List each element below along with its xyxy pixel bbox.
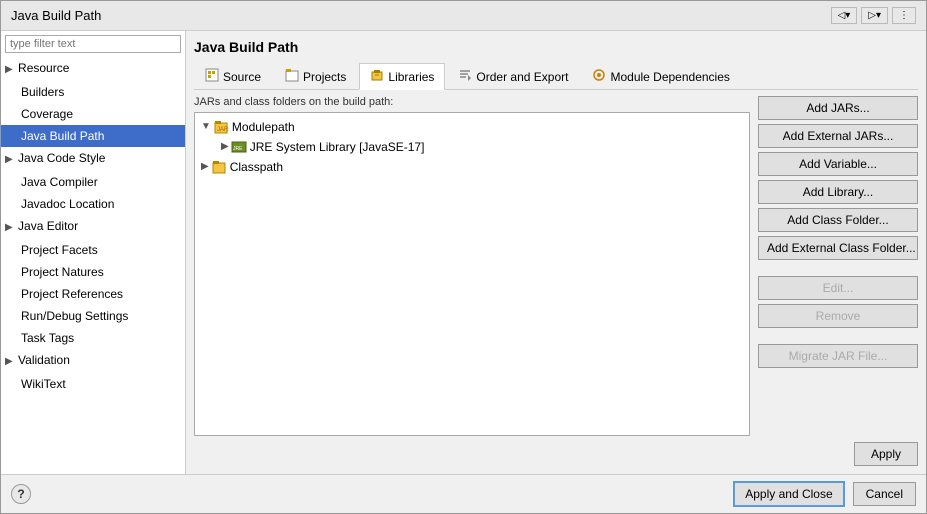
classpath-expand-arrow[interactable]: ▶ <box>201 158 209 176</box>
add-variable-button[interactable]: Add Variable... <box>758 152 918 176</box>
libraries-icon <box>370 68 384 85</box>
sidebar-item-javadoc-location[interactable]: Javadoc Location <box>1 193 185 215</box>
buttons-panel: Add JARs... Add External JARs... Add Var… <box>758 96 918 436</box>
dialog-footer: ? Apply and Close Cancel <box>1 474 926 513</box>
tree-panel[interactable]: ▼ JARs Modulepath <box>194 112 750 436</box>
dialog-title: Java Build Path <box>11 8 101 23</box>
sidebar-item-java-editor[interactable]: ▶ Java Editor <box>1 215 185 239</box>
modulepath-expand-arrow[interactable]: ▼ <box>201 118 211 136</box>
description: JARs and class folders on the build path… <box>194 96 750 108</box>
sidebar-item-validation[interactable]: ▶ Validation <box>1 349 185 373</box>
jre-icon: JRE <box>231 139 247 155</box>
dialog-header: Java Build Path ◁▾ ▷▾ ⋮ <box>1 1 926 31</box>
add-jars-button[interactable]: Add JARs... <box>758 96 918 120</box>
tab-projects[interactable]: Projects <box>274 63 357 89</box>
expand-arrow: ▶ <box>5 61 13 79</box>
tree-item-modulepath[interactable]: ▼ JARs Modulepath <box>199 117 745 137</box>
jre-label: JRE System Library [JavaSE-17] <box>250 138 425 156</box>
classpath-label: Classpath <box>230 158 283 176</box>
migrate-jar-button[interactable]: Migrate JAR File... <box>758 344 918 368</box>
sidebar-item-project-references[interactable]: Project References <box>1 283 185 305</box>
svg-text:JRE: JRE <box>233 146 243 152</box>
dialog-body: ▶ Resource Builders Coverage Java Build … <box>1 31 926 474</box>
jre-expand-arrow[interactable]: ▶ <box>221 138 229 156</box>
tree-item-jre[interactable]: ▶ JRE JRE System Library [JavaSE-17] <box>219 137 745 157</box>
sidebar: ▶ Resource Builders Coverage Java Build … <box>1 31 186 474</box>
expand-arrow-validation: ▶ <box>5 353 13 371</box>
edit-button[interactable]: Edit... <box>758 276 918 300</box>
sidebar-item-java-code-style[interactable]: ▶ Java Code Style <box>1 147 185 171</box>
classpath-icon <box>211 159 227 175</box>
modulepath-label: Modulepath <box>232 118 295 136</box>
add-class-folder-button[interactable]: Add Class Folder... <box>758 208 918 232</box>
tab-module-deps[interactable]: Module Dependencies <box>581 63 740 89</box>
sidebar-item-resource[interactable]: ▶ Resource <box>1 57 185 81</box>
remove-button[interactable]: Remove <box>758 304 918 328</box>
sidebar-item-project-natures[interactable]: Project Natures <box>1 261 185 283</box>
expand-arrow-java-editor: ▶ <box>5 219 13 237</box>
module-icon <box>592 68 606 85</box>
forward-button[interactable]: ▷▾ <box>861 7 888 24</box>
filter-input[interactable] <box>5 35 181 53</box>
apply-button[interactable]: Apply <box>854 442 918 466</box>
menu-button[interactable]: ⋮ <box>892 7 916 24</box>
projects-icon <box>285 68 299 85</box>
tabs-bar: Source Projects Libraries <box>194 63 918 90</box>
main-title: Java Build Path <box>194 39 918 55</box>
tab-libraries[interactable]: Libraries <box>359 63 445 90</box>
add-external-jars-button[interactable]: Add External JARs... <box>758 124 918 148</box>
apply-close-button[interactable]: Apply and Close <box>733 481 844 507</box>
main-content: Java Build Path Source Projects <box>186 31 926 474</box>
content-area: JARs and class folders on the build path… <box>194 96 918 436</box>
add-library-button[interactable]: Add Library... <box>758 180 918 204</box>
back-button[interactable]: ◁▾ <box>831 7 858 24</box>
footer-left: ? <box>11 484 725 504</box>
expand-arrow-code-style: ▶ <box>5 151 13 169</box>
sidebar-item-project-facets[interactable]: Project Facets <box>1 239 185 261</box>
sidebar-item-java-compiler[interactable]: Java Compiler <box>1 171 185 193</box>
dialog: Java Build Path ◁▾ ▷▾ ⋮ ▶ Resource Build… <box>0 0 927 514</box>
sidebar-item-coverage[interactable]: Coverage <box>1 103 185 125</box>
tree-children-modulepath: ▶ JRE JRE System Library [JavaSE-17] <box>199 137 745 157</box>
sidebar-item-java-build-path[interactable]: Java Build Path <box>1 125 185 147</box>
sidebar-item-wikitext[interactable]: WikiText <box>1 373 185 395</box>
cancel-button[interactable]: Cancel <box>853 482 916 506</box>
tab-order-export[interactable]: Order and Export <box>447 63 579 89</box>
sidebar-item-builders[interactable]: Builders <box>1 81 185 103</box>
help-button[interactable]: ? <box>11 484 31 504</box>
sidebar-item-task-tags[interactable]: Task Tags <box>1 327 185 349</box>
tab-source[interactable]: Source <box>194 63 272 89</box>
source-icon <box>205 68 219 85</box>
order-icon <box>458 68 472 85</box>
modulepath-icon: JARs <box>213 119 229 135</box>
sidebar-item-run-debug[interactable]: Run/Debug Settings <box>1 305 185 327</box>
add-external-class-folder-button[interactable]: Add External Class Folder... <box>758 236 918 260</box>
tree-item-classpath[interactable]: ▶ Classpath <box>199 157 745 177</box>
svg-text:JARs: JARs <box>217 127 229 133</box>
